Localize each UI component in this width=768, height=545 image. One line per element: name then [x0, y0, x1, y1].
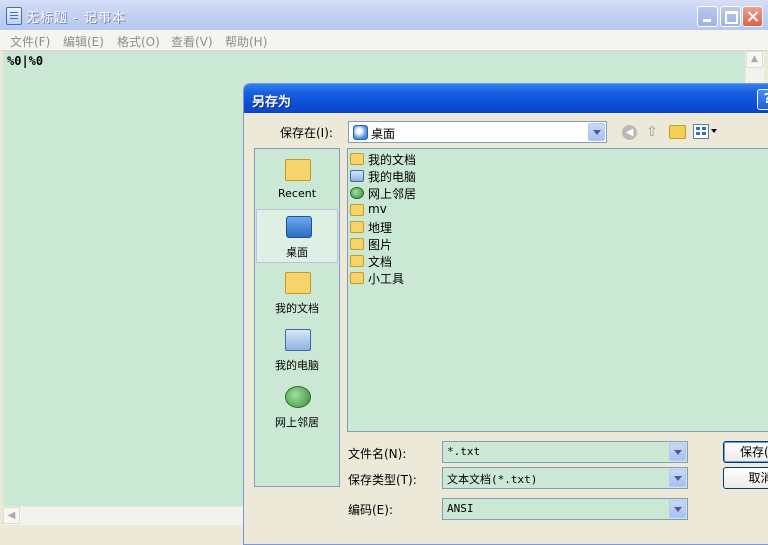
menu-file[interactable]: 文件(F) — [10, 33, 50, 50]
filetype-value: 文本文档(*.txt) — [447, 473, 538, 486]
place-label: 我的电脑 — [275, 359, 319, 372]
help-button[interactable]: ? — [757, 89, 768, 110]
filename-input[interactable]: *.txt — [442, 441, 688, 463]
menu-view[interactable]: 查看(V) — [171, 33, 213, 50]
folder-icon — [350, 221, 364, 233]
menu-bar: 文件(F) 编辑(E) 格式(O) 查看(V) 帮助(H) — [0, 30, 768, 51]
file-label: 地理 — [368, 221, 393, 235]
notepad-titlebar[interactable]: 无标题 - 记事本 — [0, 0, 768, 30]
file-label: 小工具 — [368, 272, 405, 286]
folder-icon — [350, 204, 364, 216]
place-label: 桌面 — [286, 246, 308, 259]
file-list[interactable]: 我的文档 我的电脑 网上邻居 mv 地理 图片 文档 小工具 — [347, 148, 768, 432]
save-in-value: 桌面 — [371, 127, 396, 141]
close-button[interactable] — [742, 6, 763, 27]
save-button[interactable]: 保存(S) — [723, 441, 768, 463]
place-my-computer[interactable]: 我的电脑 — [256, 323, 338, 377]
network-places-icon — [285, 386, 311, 408]
place-network[interactable]: 网上邻居 — [256, 380, 338, 434]
scroll-up-icon[interactable]: ▲ — [746, 51, 763, 68]
view-menu-icon[interactable] — [693, 124, 709, 139]
place-recent[interactable]: Recent — [256, 153, 338, 207]
place-label: 我的文档 — [275, 302, 319, 315]
back-icon[interactable]: ◀ — [622, 125, 637, 140]
place-label: 网上邻居 — [275, 416, 319, 429]
save-in-label: 保存在(I): — [280, 126, 333, 140]
desktop-icon — [286, 216, 312, 238]
menu-help[interactable]: 帮助(H) — [225, 33, 267, 50]
file-label: mv — [368, 202, 387, 216]
encoding-label: 编码(E): — [348, 503, 393, 517]
file-label: 网上邻居 — [368, 187, 417, 201]
maximize-button[interactable] — [720, 6, 741, 27]
folder-icon — [350, 238, 364, 250]
up-folder-icon[interactable]: ⇧ — [646, 124, 661, 140]
my-documents-icon — [350, 153, 364, 165]
filename-label: 文件名(N): — [348, 447, 407, 461]
folder-recent-icon — [285, 159, 311, 181]
network-places-icon — [350, 187, 364, 199]
scroll-left-icon[interactable]: ◀ — [3, 507, 20, 524]
folder-icon — [350, 255, 364, 267]
filetype-dropdown[interactable]: 文本文档(*.txt) — [442, 467, 688, 489]
place-my-documents[interactable]: 我的文档 — [256, 266, 338, 320]
my-computer-icon — [350, 170, 364, 182]
horizontal-scrollbar[interactable]: ◀ — [3, 507, 246, 525]
chevron-down-icon[interactable] — [588, 123, 605, 141]
menu-edit[interactable]: 编辑(E) — [63, 33, 104, 50]
window-title: 无标题 - 记事本 — [26, 11, 126, 26]
editor-content: %0|%0 — [7, 54, 44, 68]
file-label: 图片 — [368, 238, 393, 252]
menu-format[interactable]: 格式(O) — [117, 33, 160, 50]
save-as-dialog: 另存为 ? 保存在(I): 桌面 ◀ ⇧ Recent 桌面 我的文档 我的电脑… — [243, 83, 768, 545]
dialog-title: 另存为 — [252, 95, 292, 110]
save-in-dropdown[interactable]: 桌面 — [348, 121, 607, 143]
dialog-titlebar[interactable]: 另存为 ? — [244, 84, 768, 113]
file-label: 文档 — [368, 255, 393, 269]
notepad-icon — [6, 7, 22, 25]
file-label: 我的电脑 — [368, 170, 417, 184]
places-bar: Recent 桌面 我的文档 我的电脑 网上邻居 — [254, 148, 340, 487]
cancel-button[interactable]: 取消 — [723, 467, 768, 489]
desktop-icon — [353, 125, 368, 140]
encoding-value: ANSI — [447, 502, 474, 515]
encoding-dropdown[interactable]: ANSI — [442, 498, 688, 520]
my-documents-icon — [285, 272, 311, 294]
file-label: 我的文档 — [368, 153, 417, 167]
filename-value: *.txt — [447, 445, 481, 458]
place-label: Recent — [277, 187, 317, 200]
my-computer-icon — [285, 329, 311, 351]
minimize-button[interactable] — [697, 6, 718, 27]
chevron-down-icon[interactable] — [669, 469, 686, 487]
new-folder-icon[interactable] — [669, 125, 686, 139]
folder-icon — [350, 272, 364, 284]
chevron-down-icon[interactable] — [669, 500, 686, 518]
place-desktop[interactable]: 桌面 — [256, 209, 338, 263]
filetype-label: 保存类型(T): — [348, 473, 417, 487]
chevron-down-icon[interactable] — [669, 443, 686, 461]
view-dropdown-arrow-icon[interactable] — [711, 129, 717, 133]
